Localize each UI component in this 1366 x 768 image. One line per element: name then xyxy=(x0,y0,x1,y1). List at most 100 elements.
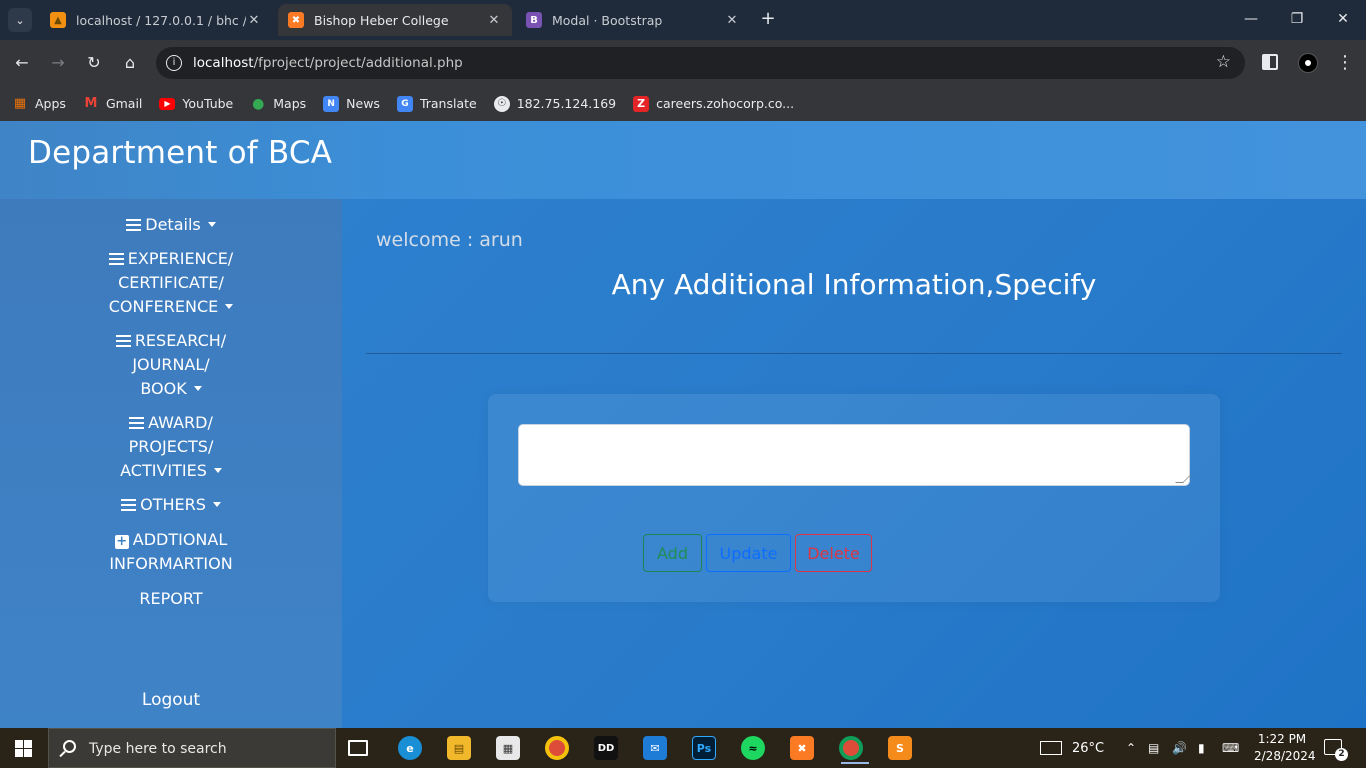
apps-grid-icon: ▦ xyxy=(13,96,27,111)
keyboard-icon[interactable]: ⌨ xyxy=(1222,728,1239,768)
xampp-taskbar-icon[interactable]: ✖ xyxy=(790,736,814,760)
windows-taskbar: Type here to search e ▤ ▦ DD ✉ Ps ≈ ✖ S … xyxy=(0,728,1366,768)
gmail-icon: M xyxy=(84,96,98,111)
caret-down-icon xyxy=(193,386,202,391)
new-tab-plus-icon[interactable]: + xyxy=(758,9,778,29)
photoshop-icon[interactable]: Ps xyxy=(692,736,716,760)
tab-title: Bishop Heber College xyxy=(314,12,449,28)
network-icon[interactable]: ▤ xyxy=(1148,728,1159,768)
form-card: Add Update Delete xyxy=(488,394,1220,602)
tab-bishop-heber[interactable]: ✖ Bishop Heber College ✕ xyxy=(278,4,512,36)
site-info-icon[interactable]: i xyxy=(166,55,182,71)
hamburger-icon xyxy=(108,253,124,265)
home-icon[interactable]: ⌂ xyxy=(118,51,142,75)
tab-bootstrap-modal[interactable]: B Modal · Bootstrap ✕ xyxy=(516,4,750,36)
bookmark-maps[interactable]: ● Maps xyxy=(250,96,306,112)
bookmark-apps[interactable]: ▦ Apps xyxy=(12,96,66,112)
sidebar-item-award[interactable]: AWARD/ PROJECTS/ ACTIVITIES xyxy=(0,411,342,483)
hamburger-icon xyxy=(121,499,137,511)
close-tab-icon[interactable]: ✕ xyxy=(486,13,502,28)
tab-phpmyadmin[interactable]: ▲ localhost / 127.0.0.1 / bhc / con ✕ xyxy=(40,4,272,36)
minimize-icon[interactable]: — xyxy=(1241,9,1261,29)
hamburger-icon xyxy=(126,219,142,231)
window-close-icon[interactable]: ✕ xyxy=(1333,9,1353,29)
spotify-icon[interactable]: ≈ xyxy=(741,736,765,760)
phpmyadmin-icon: ▲ xyxy=(50,12,66,28)
address-bar[interactable]: i localhost/fproject/project/additional.… xyxy=(156,47,1245,79)
battery-icon[interactable]: ▮ xyxy=(1198,728,1205,768)
web-page: Department of BCA Details EXPERIENCE/ CE… xyxy=(0,121,1366,728)
sidebar-item-details[interactable]: Details xyxy=(0,213,342,237)
sidebar-item-report[interactable]: REPORT xyxy=(0,587,342,611)
search-icon xyxy=(63,740,76,753)
weather-icon xyxy=(1040,741,1062,755)
xampp-icon: ✖ xyxy=(288,12,304,28)
translate-icon: G xyxy=(396,95,413,112)
caret-down-icon xyxy=(207,222,216,227)
tab-title: localhost / 127.0.0.1 / bhc / con xyxy=(76,12,246,28)
bookmark-news[interactable]: N News xyxy=(323,95,380,112)
bookmark-translate[interactable]: G Translate xyxy=(396,95,477,112)
sidebar-item-others[interactable]: OTHERS xyxy=(0,493,342,517)
update-button[interactable]: Update xyxy=(706,534,791,572)
divider xyxy=(366,353,1342,354)
edge-icon[interactable]: e xyxy=(398,736,422,760)
bookmark-star-icon[interactable]: ☆ xyxy=(1216,52,1231,72)
plus-square-icon: + xyxy=(114,534,129,549)
mail-icon[interactable]: ✉ xyxy=(643,736,667,760)
tray-chevron-icon[interactable]: ⌃ xyxy=(1126,728,1136,768)
browser-toolbar: ← → ↻ ⌂ i localhost/fproject/project/add… xyxy=(0,40,1366,86)
dolby-icon[interactable]: DD xyxy=(594,736,618,760)
bookmark-ip[interactable]: ☉ 182.75.124.169 xyxy=(493,95,616,112)
browser-tabstrip: ⌄ ▲ localhost / 127.0.0.1 / bhc / con ✕ … xyxy=(0,0,1366,40)
bootstrap-icon: B xyxy=(526,12,542,28)
bookmark-zoho[interactable]: Z careers.zohocorp.co... xyxy=(633,95,794,112)
additional-info-textarea[interactable] xyxy=(518,424,1190,486)
url-text[interactable]: localhost/fproject/project/additional.ph… xyxy=(193,55,463,71)
back-arrow-icon[interactable]: ← xyxy=(10,51,34,75)
notification-badge: 2 xyxy=(1335,748,1348,761)
logout-link[interactable]: Logout xyxy=(0,688,342,712)
sidebar-item-research[interactable]: RESEARCH/ JOURNAL/ BOOK xyxy=(0,329,342,401)
volume-icon[interactable]: 🔊 xyxy=(1172,728,1187,768)
zoho-icon: Z xyxy=(633,95,650,112)
page-header: Department of BCA xyxy=(0,121,1366,199)
tab-title: Modal · Bootstrap xyxy=(552,12,663,28)
windows-start-icon[interactable] xyxy=(15,740,32,757)
task-view-icon[interactable] xyxy=(348,740,368,756)
sidebar-item-additional[interactable]: + ADDTIONAL INFORMARTION xyxy=(0,528,342,576)
welcome-text: welcome : arun xyxy=(376,229,523,251)
profile-avatar[interactable] xyxy=(1298,53,1318,73)
taskbar-search-box[interactable]: Type here to search xyxy=(48,728,336,768)
chrome-active-icon[interactable] xyxy=(839,736,869,764)
youtube-icon: ▶ xyxy=(159,97,176,110)
weather-widget[interactable]: 26°C xyxy=(1040,728,1104,768)
delete-button[interactable]: Delete xyxy=(795,534,872,572)
maps-icon: ● xyxy=(252,95,265,112)
hamburger-icon xyxy=(115,335,131,347)
hamburger-icon xyxy=(129,417,145,429)
chrome-icon[interactable] xyxy=(545,736,569,760)
restore-icon[interactable]: ❐ xyxy=(1287,9,1307,29)
page-header-title: Department of BCA xyxy=(28,135,333,171)
sublime-text-icon[interactable]: S xyxy=(888,736,912,760)
tab-search-chevron-icon[interactable]: ⌄ xyxy=(8,8,32,32)
sidebar-item-experience[interactable]: EXPERIENCE/ CERTIFICATE/ CONFERENCE xyxy=(0,247,342,319)
add-button[interactable]: Add xyxy=(643,534,702,572)
globe-icon: ☉ xyxy=(493,95,510,112)
more-menu-icon[interactable]: ⋮ xyxy=(1336,50,1354,76)
side-panel-icon[interactable] xyxy=(1262,54,1278,70)
page-title: Any Additional Information,Specify xyxy=(611,268,1097,301)
close-tab-icon[interactable]: ✕ xyxy=(246,13,262,28)
caret-down-icon xyxy=(213,468,222,473)
bookmark-youtube[interactable]: ▶ YouTube xyxy=(159,96,233,111)
reload-icon[interactable]: ↻ xyxy=(82,51,106,75)
taskbar-clock[interactable]: 1:22 PM 2/28/2024 xyxy=(1254,731,1316,765)
taskbar-search-placeholder: Type here to search xyxy=(89,741,227,757)
forward-arrow-icon[interactable]: → xyxy=(46,51,70,75)
notification-icon[interactable]: 2 xyxy=(1324,739,1348,761)
bookmark-gmail[interactable]: M Gmail xyxy=(83,96,142,112)
file-explorer-icon[interactable]: ▤ xyxy=(447,736,471,760)
close-tab-icon[interactable]: ✕ xyxy=(724,13,740,28)
microsoft-store-icon[interactable]: ▦ xyxy=(496,736,520,760)
